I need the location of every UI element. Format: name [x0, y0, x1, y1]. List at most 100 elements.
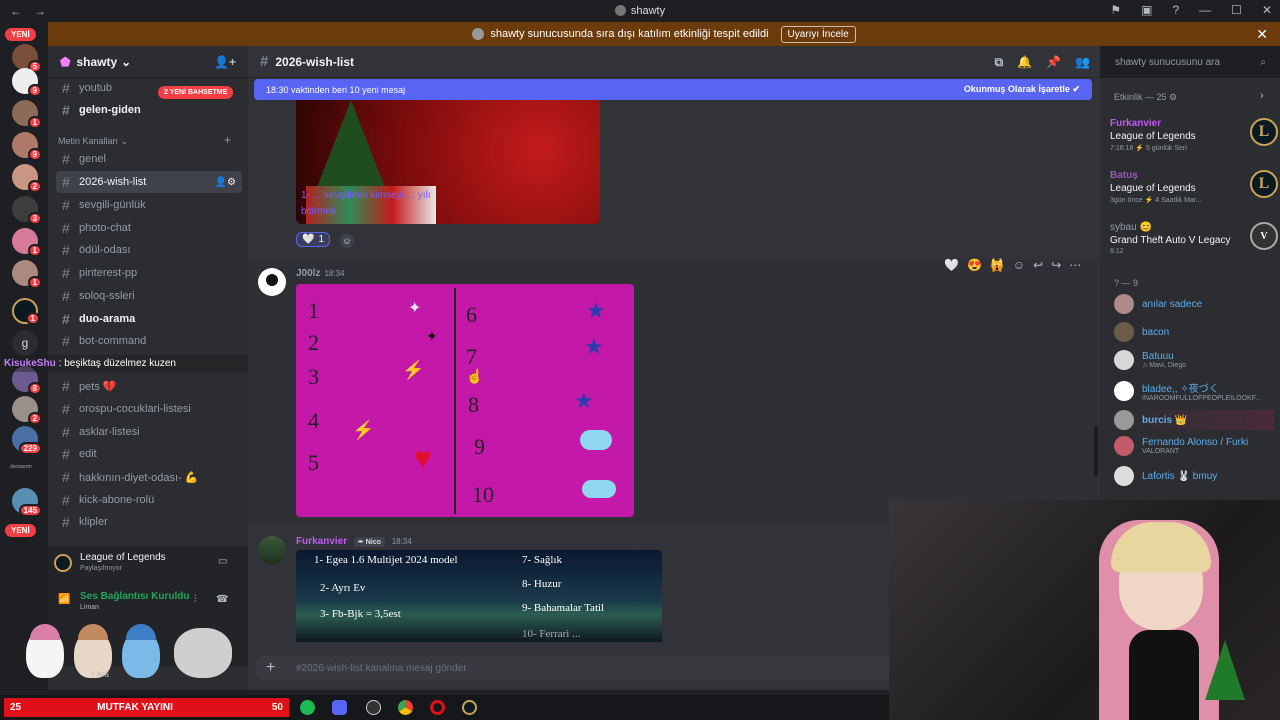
search-icon: ⌕	[1260, 56, 1266, 68]
add-reaction-icon[interactable]: ☺	[1013, 258, 1025, 272]
server-icon[interactable]: 1	[12, 260, 42, 289]
channel-item[interactable]: # pinterest-pp	[56, 262, 242, 284]
channel-item[interactable]: # soloq-ssleri	[56, 285, 242, 307]
screen-share-icon[interactable]: ▭	[218, 556, 227, 567]
channel-item[interactable]: # klipler	[56, 511, 242, 533]
category-header[interactable]: Metin Kanalları ⌄ +	[58, 133, 231, 147]
server-icon[interactable]: 9	[12, 132, 42, 161]
heart-reaction[interactable]: 🤍 1	[296, 232, 331, 247]
channel-item[interactable]: # photo-chat	[56, 217, 242, 239]
plus-icon[interactable]: +	[266, 659, 275, 677]
league-icon[interactable]	[462, 700, 477, 715]
forward-icon[interactable]: ↪	[1051, 258, 1061, 272]
chevron-right-icon[interactable]: ›	[1260, 90, 1264, 102]
close-icon[interactable]: ✕	[1256, 26, 1268, 43]
server-icon[interactable]: 9	[12, 68, 42, 97]
member-item[interactable]: Batuuu ♫ Mavi, Diego	[1114, 350, 1274, 370]
discord-icon[interactable]	[332, 700, 347, 715]
channel-item[interactable]: # kick-abone-rolü	[56, 489, 242, 511]
flag-icon[interactable]: ⚑	[1110, 3, 1121, 17]
channel-item[interactable]: # orospu-cocuklari-listesi	[56, 398, 242, 420]
opera-icon[interactable]	[430, 700, 445, 715]
bell-icon[interactable]: 🔔	[1017, 55, 1032, 70]
server-icon[interactable]: 1	[12, 298, 40, 325]
server-icon[interactable]: 145	[12, 488, 42, 517]
server-header[interactable]: ⬟ shawty ⌄ 👤+	[48, 46, 248, 78]
server-icon[interactable]: 3	[12, 196, 42, 225]
member-item[interactable]: bacon	[1114, 322, 1274, 342]
channel-item[interactable]: # asklar-listesi	[56, 421, 242, 443]
channel-item[interactable]: # pets 💔	[56, 375, 242, 397]
activity-card[interactable]: sybau 😊 Grand Theft Auto V Legacy 6:12 V	[1110, 222, 1278, 255]
channel-item[interactable]: # gelen-giden	[56, 99, 242, 121]
minimize-icon[interactable]: —	[1199, 3, 1211, 17]
channel-item[interactable]: # edit	[56, 443, 242, 465]
activity-card[interactable]: Batuş League of Legends 3gün önce ⚡ 4 Sa…	[1110, 170, 1278, 204]
chrome-icon[interactable]	[398, 700, 413, 715]
member-item[interactable]: burcis 👑	[1114, 410, 1274, 430]
server-letter-icon[interactable]: g	[12, 330, 38, 356]
voice-channel[interactable]: Liman	[80, 604, 99, 611]
reply-icon[interactable]: ↩	[1033, 258, 1043, 272]
member-item[interactable]: Fernando Alonso / Furki VALORANT	[1114, 436, 1274, 456]
smile-icon[interactable]: 😍	[967, 258, 982, 272]
avatar[interactable]	[258, 268, 286, 296]
channel-item[interactable]: # bot-command	[56, 330, 242, 352]
spotify-icon[interactable]	[300, 700, 315, 715]
channel-item[interactable]: # hakkının-diyet-odası- 💪	[56, 466, 242, 488]
member-item[interactable]: anılar sadece	[1114, 294, 1274, 314]
cloud-icon	[582, 480, 616, 498]
member-item[interactable]: Lafortis 🐰 bmuy	[1114, 466, 1274, 486]
members-icon[interactable]: 👥	[1075, 55, 1090, 70]
obs-icon[interactable]	[366, 700, 381, 715]
search-input[interactable]: shawty sunucusunu ara ⌕	[1108, 52, 1272, 72]
server-icon[interactable]: 1	[12, 228, 42, 257]
christmas-image[interactable]: 1- ... sevgilimin kimseyi ... yılı bitir…	[296, 100, 600, 224]
channel-item[interactable]: # duo-arama	[56, 308, 242, 330]
wish-note-image[interactable]: 1- Egea 1.6 Multijet 2024 model 2- Ayrı …	[296, 550, 662, 642]
add-channel-icon[interactable]: +	[224, 133, 231, 147]
review-warning-button[interactable]: Uyarıyı İncele	[780, 25, 856, 43]
scrollbar-thumb[interactable]	[1094, 426, 1098, 476]
threads-icon[interactable]: ⧉	[995, 55, 1004, 70]
server-icon[interactable]: 5	[12, 44, 42, 73]
new-messages-bar[interactable]: 18:30 vaktinden beri 10 yeni mesaj Okunm…	[254, 79, 1092, 100]
screen-icon[interactable]: ▣	[1141, 3, 1152, 17]
settings-icon[interactable]: 👤⚙	[215, 177, 236, 188]
wishlist-image[interactable]: 1 2 3 4 5 6 7 8 9 10 ✦ ✦ ⚡ ⚡ ♥ ★ ★ ★	[296, 284, 634, 517]
server-icon[interactable]: 2	[12, 164, 42, 193]
activity-header[interactable]: Etkinlik — 25 ⚙	[1114, 92, 1177, 103]
maximize-icon[interactable]: ☐	[1231, 3, 1242, 17]
close-window-icon[interactable]: ✕	[1262, 3, 1272, 17]
more-icon[interactable]: ⋯	[1069, 258, 1081, 272]
channel-item-active[interactable]: #2026-wish-list 👤⚙	[56, 171, 242, 193]
channel-item[interactable]: # genel	[56, 148, 242, 170]
heart-icon[interactable]: 🤍	[944, 258, 959, 272]
pin-icon[interactable]: 📌	[1046, 55, 1061, 70]
channel-item[interactable]: # sevgili-günlük	[56, 194, 242, 216]
member-item[interactable]: bladee,, ✧夜づく INAROOMFULLOFPEOPLEILOOKF..…	[1114, 380, 1274, 402]
avatar	[1114, 322, 1134, 342]
add-member-icon[interactable]: 👤+	[214, 55, 236, 69]
lightning-icon: ⚡	[352, 420, 375, 440]
server-label[interactable]: docsserm	[10, 464, 32, 470]
voice-status[interactable]: Ses Bağlantısı Kuruldu	[80, 591, 189, 602]
activity-card[interactable]: Furkanvier League of Legends 7:16:18 ⚡ 5…	[1110, 118, 1278, 152]
message-author[interactable]: Furkanvier ✒ Nico 18:34	[296, 536, 412, 547]
message-author[interactable]: J00lz 18:34	[296, 268, 345, 279]
cat-icon[interactable]: 🙀	[990, 258, 1005, 272]
server-icon[interactable]: 2	[12, 396, 42, 425]
avatar[interactable]	[258, 536, 286, 564]
server-icon[interactable]: 229	[12, 426, 42, 455]
new-pill-top[interactable]: YENİ	[5, 28, 36, 41]
user-partial[interactable]: r Ara	[92, 670, 109, 679]
new-mentions-pill[interactable]: 2 YENİ BAHSETME	[158, 86, 234, 99]
help-icon[interactable]: ?	[1172, 3, 1179, 17]
server-icon[interactable]: 1	[12, 100, 42, 129]
mark-read-button[interactable]: Okunmuş Olarak İşaretle ✔	[964, 84, 1080, 95]
add-reaction-icon[interactable]: ☺	[340, 234, 354, 248]
new-pill-bottom[interactable]: YENİ	[5, 524, 36, 537]
disconnect-icon[interactable]: ☎	[216, 594, 228, 605]
waveform-icon[interactable]: ⫶	[194, 594, 197, 605]
channel-item[interactable]: # ödül-odası	[56, 239, 242, 261]
